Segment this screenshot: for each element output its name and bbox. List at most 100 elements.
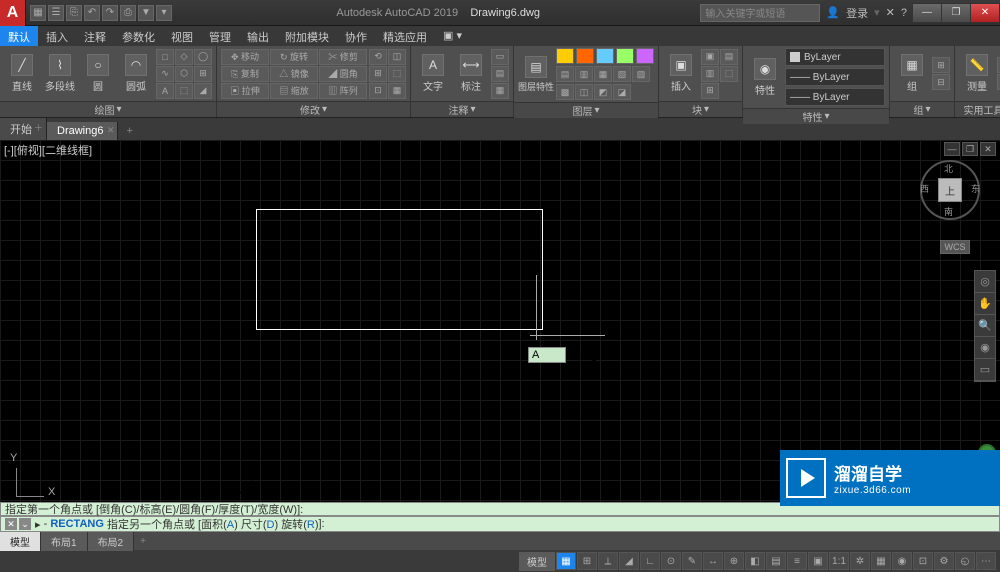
- layer-btn[interactable]: ▥: [575, 66, 593, 82]
- viewcube-east[interactable]: 东: [971, 182, 980, 195]
- sb-units[interactable]: ⊡: [913, 552, 933, 570]
- sb-3dosnap[interactable]: ▤: [766, 552, 786, 570]
- layer-btn[interactable]: ▤: [556, 66, 574, 82]
- group-btn[interactable]: ⊞: [932, 57, 950, 73]
- modify-extra[interactable]: ⊞: [369, 66, 387, 82]
- menu-insert[interactable]: 插入: [38, 26, 76, 46]
- sb-osnap[interactable]: ⊙: [661, 552, 681, 570]
- polyline-button[interactable]: ⌇多段线: [42, 49, 78, 99]
- maximize-button[interactable]: ❐: [941, 3, 971, 23]
- login-link[interactable]: 登录: [846, 5, 868, 21]
- modify-extra[interactable]: ◫: [388, 49, 406, 65]
- menu-collab[interactable]: 协作: [337, 26, 375, 46]
- draw-small-btn[interactable]: ◯: [194, 49, 212, 65]
- menu-parametric[interactable]: 参数化: [114, 26, 163, 46]
- annot-small[interactable]: ▦: [491, 83, 509, 99]
- viewcube-west[interactable]: 西: [920, 182, 929, 195]
- line-button[interactable]: ╱直线: [4, 49, 40, 99]
- sb-otrack[interactable]: ✎: [682, 552, 702, 570]
- command-opt[interactable]: 尺寸(D): [241, 516, 278, 532]
- modify-extra[interactable]: ⊡: [369, 83, 387, 99]
- menu-default[interactable]: 默认: [0, 26, 38, 46]
- layout-tab[interactable]: 布局1: [41, 532, 88, 551]
- minimize-button[interactable]: —: [912, 3, 942, 23]
- lyr-swatch[interactable]: [576, 48, 594, 64]
- nav-pan[interactable]: ✋: [975, 293, 995, 315]
- layout-tab[interactable]: 布局2: [88, 532, 135, 551]
- block-btn[interactable]: ⊞: [701, 83, 719, 99]
- viewcube-south[interactable]: 南: [944, 205, 953, 218]
- sb-annotation-monitor[interactable]: ◉: [892, 552, 912, 570]
- panel-label[interactable]: 块 ▾: [659, 101, 742, 117]
- block-btn[interactable]: ▤: [720, 49, 738, 65]
- sb-customize[interactable]: ⋯: [976, 552, 996, 570]
- panel-label[interactable]: 注释 ▾: [411, 101, 513, 117]
- sb-workspace[interactable]: ▦: [871, 552, 891, 570]
- menu-view[interactable]: 视图: [163, 26, 201, 46]
- annot-small[interactable]: ▭: [491, 49, 509, 65]
- sb-sel-filter[interactable]: ▣: [808, 552, 828, 570]
- drawing-min[interactable]: —: [944, 142, 960, 156]
- mirror-button[interactable]: △ 镜像: [270, 66, 318, 82]
- cmd-close-icon[interactable]: ✕: [5, 518, 17, 530]
- text-button[interactable]: A文字: [415, 49, 451, 99]
- menu-output[interactable]: 输出: [239, 26, 277, 46]
- panel-label[interactable]: 修改 ▾: [217, 101, 410, 117]
- lyr-swatch[interactable]: [636, 48, 654, 64]
- nav-orbit[interactable]: ◉: [975, 337, 995, 359]
- qat-icon[interactable]: ▾: [156, 5, 172, 21]
- draw-small-btn[interactable]: □: [156, 49, 174, 65]
- group-btn[interactable]: ⊟: [932, 74, 950, 90]
- sb-polar[interactable]: ◢: [619, 552, 639, 570]
- draw-small-btn[interactable]: ⊞: [194, 66, 212, 82]
- panel-label[interactable]: 绘图 ▾: [0, 101, 216, 117]
- help-icon[interactable]: ?: [901, 7, 907, 19]
- app-logo[interactable]: A: [0, 0, 26, 26]
- rotate-button[interactable]: ↻ 旋转: [270, 49, 318, 65]
- sb-dyn-ucs[interactable]: ≡: [787, 552, 807, 570]
- sb-annot-vis[interactable]: ✲: [850, 552, 870, 570]
- sb-lineweight[interactable]: ↔: [703, 552, 723, 570]
- sb-ortho[interactable]: ⟂: [598, 552, 618, 570]
- drawing-close[interactable]: ✕: [980, 142, 996, 156]
- close-icon[interactable]: ＋: [34, 121, 43, 134]
- viewcube-north[interactable]: 北: [944, 162, 953, 175]
- nav-wheel[interactable]: ◎: [975, 271, 995, 293]
- block-btn[interactable]: ▥: [701, 66, 719, 82]
- layer-btn[interactable]: ◫: [575, 84, 593, 100]
- search-input[interactable]: 输入关键字或短语: [700, 4, 820, 22]
- modify-extra[interactable]: ▦: [388, 83, 406, 99]
- exchange-icon[interactable]: ✕: [886, 6, 895, 19]
- layer-btn[interactable]: ▦: [594, 66, 612, 82]
- sb-snap[interactable]: ⊞: [577, 552, 597, 570]
- copy-button[interactable]: ⎘ 复制: [221, 66, 269, 82]
- sb-annotation-scale[interactable]: 1:1: [829, 552, 849, 570]
- command-opt[interactable]: 旋转(R): [281, 516, 318, 532]
- draw-small-btn[interactable]: ◇: [175, 49, 193, 65]
- user-icon[interactable]: 👤: [826, 6, 840, 19]
- sb-model[interactable]: 模型: [519, 552, 555, 571]
- sb-lock-ui[interactable]: ◵: [955, 552, 975, 570]
- qat-icon[interactable]: ↷: [102, 5, 118, 21]
- qat-icon[interactable]: ⎘: [66, 5, 82, 21]
- layer-btn[interactable]: ▨: [632, 66, 650, 82]
- menu-manage[interactable]: 管理: [201, 26, 239, 46]
- draw-small-btn[interactable]: ⬡: [175, 66, 193, 82]
- panel-label[interactable]: 特性 ▾: [743, 108, 889, 124]
- lyr-swatch[interactable]: [616, 48, 634, 64]
- draw-small-btn[interactable]: ◢: [194, 83, 212, 99]
- tab-drawing[interactable]: Drawing6✕: [47, 122, 118, 140]
- qat-icon[interactable]: ⎙: [120, 5, 136, 21]
- qat-icon[interactable]: ▦: [30, 5, 46, 21]
- layer-btn[interactable]: ▧: [613, 66, 631, 82]
- tab-start[interactable]: 开始＋: [0, 118, 47, 140]
- layer-btn[interactable]: ▩: [556, 84, 574, 100]
- dimension-button[interactable]: ⟷标注: [453, 49, 489, 99]
- view-label[interactable]: [-][俯视][二维线框]: [4, 142, 92, 158]
- menu-annotate[interactable]: 注释: [76, 26, 114, 46]
- draw-small-btn[interactable]: ∿: [156, 66, 174, 82]
- match-properties-button[interactable]: ◉特性: [747, 52, 783, 102]
- sb-sel-cycle[interactable]: ◧: [745, 552, 765, 570]
- nav-zoom[interactable]: 🔍: [975, 315, 995, 337]
- dynamic-input[interactable]: A: [528, 347, 566, 363]
